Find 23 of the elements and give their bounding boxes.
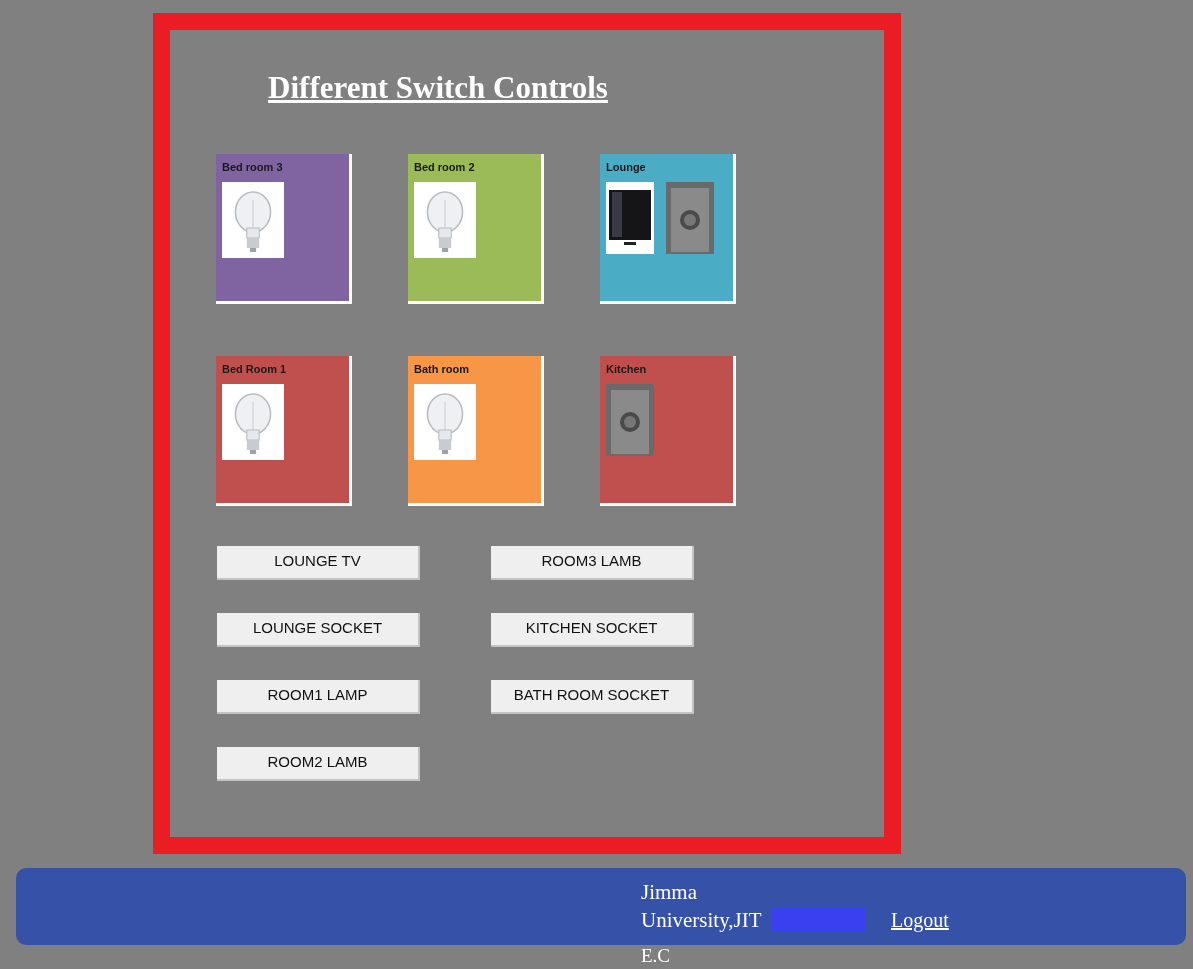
room-tile[interactable]: Kitchen — [600, 355, 736, 506]
logout-link[interactable]: Logout — [891, 906, 949, 934]
control-button[interactable]: ROOM3 LAMB — [491, 545, 694, 580]
tile-label: Bed room 2 — [414, 159, 475, 174]
room-tile[interactable]: Bed Room 1 — [216, 355, 352, 506]
room-tile[interactable]: Bath room — [408, 355, 544, 506]
tile-label: Lounge — [606, 159, 646, 174]
control-button[interactable]: ROOM2 LAMB — [217, 746, 420, 781]
tile-label: Bed room 3 — [222, 159, 283, 174]
tile-label: Bath room — [414, 361, 469, 376]
tile-label: Kitchen — [606, 361, 647, 376]
room-tile[interactable]: Bed room 3 — [216, 153, 352, 304]
control-button[interactable]: BATH ROOM SOCKET — [491, 679, 694, 714]
tile-label: Bed Room 1 — [222, 361, 287, 376]
footer-text: E.C — [641, 944, 671, 968]
room-tile[interactable]: Bed room 2 — [408, 153, 544, 304]
control-button[interactable]: KITCHEN SOCKET — [491, 612, 694, 647]
footer-text: Jimma University,JIT — [641, 879, 763, 934]
control-button[interactable]: ROOM1 LAMP — [217, 679, 420, 714]
room-tile[interactable]: Lounge — [600, 153, 736, 304]
page-title: Different Switch Controls — [268, 69, 608, 107]
control-button[interactable]: LOUNGE TV — [217, 545, 420, 580]
control-button[interactable]: LOUNGE SOCKET — [217, 612, 420, 647]
